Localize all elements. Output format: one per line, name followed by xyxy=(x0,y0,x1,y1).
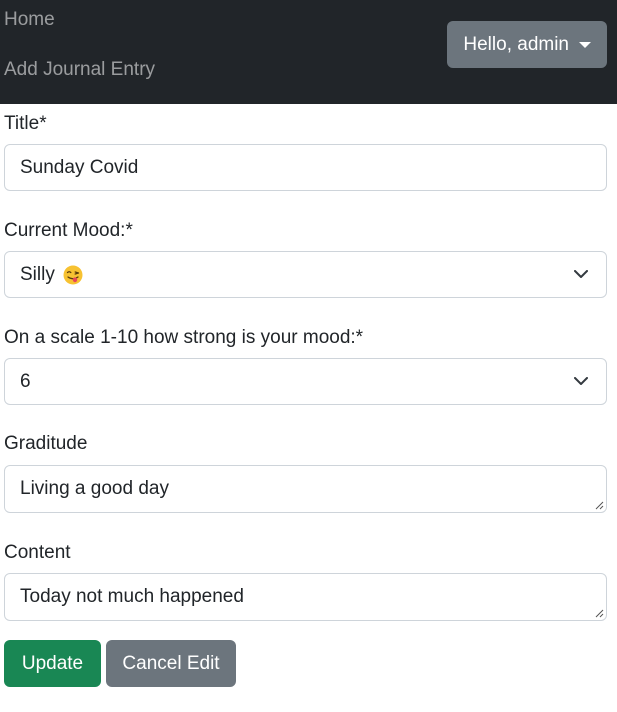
resize-handle-icon[interactable] xyxy=(594,500,604,510)
title-label: Title* xyxy=(4,113,47,134)
chevron-down-icon xyxy=(574,269,588,278)
content-textarea[interactable]: Today not much happened xyxy=(4,573,607,621)
mood-strength-select[interactable]: 6 xyxy=(4,358,607,405)
content-label: Content xyxy=(4,542,71,563)
mood-select-value: Silly xyxy=(20,263,55,285)
mood-label: Current Mood:* xyxy=(4,220,133,241)
silly-face-emoji-icon xyxy=(63,265,83,284)
cancel-edit-button[interactable]: Cancel Edit xyxy=(106,640,236,687)
user-menu-label: Hello, admin xyxy=(463,33,569,55)
content-textarea-value: Today not much happened xyxy=(20,586,244,607)
gratitude-textarea-value: Living a good day xyxy=(20,478,169,499)
nav-link-home[interactable]: Home xyxy=(4,8,55,32)
top-navbar: Home Add Journal Entry Hello, admin xyxy=(0,0,617,104)
nav-link-add-journal-entry[interactable]: Add Journal Entry xyxy=(4,58,155,82)
update-button[interactable]: Update xyxy=(4,640,101,687)
title-input[interactable]: Sunday Covid xyxy=(4,144,607,191)
mood-select[interactable]: Silly xyxy=(4,251,607,298)
mood-strength-select-value: 6 xyxy=(20,370,31,392)
chevron-down-icon xyxy=(574,376,588,385)
user-menu-button[interactable]: Hello, admin xyxy=(447,21,607,68)
gratitude-label: Graditude xyxy=(4,433,88,454)
gratitude-textarea[interactable]: Living a good day xyxy=(4,465,607,513)
resize-handle-icon[interactable] xyxy=(594,608,604,618)
title-input-value: Sunday Covid xyxy=(20,156,139,178)
mood-strength-label: On a scale 1-10 how strong is your mood:… xyxy=(4,327,364,348)
caret-down-icon xyxy=(579,41,591,48)
